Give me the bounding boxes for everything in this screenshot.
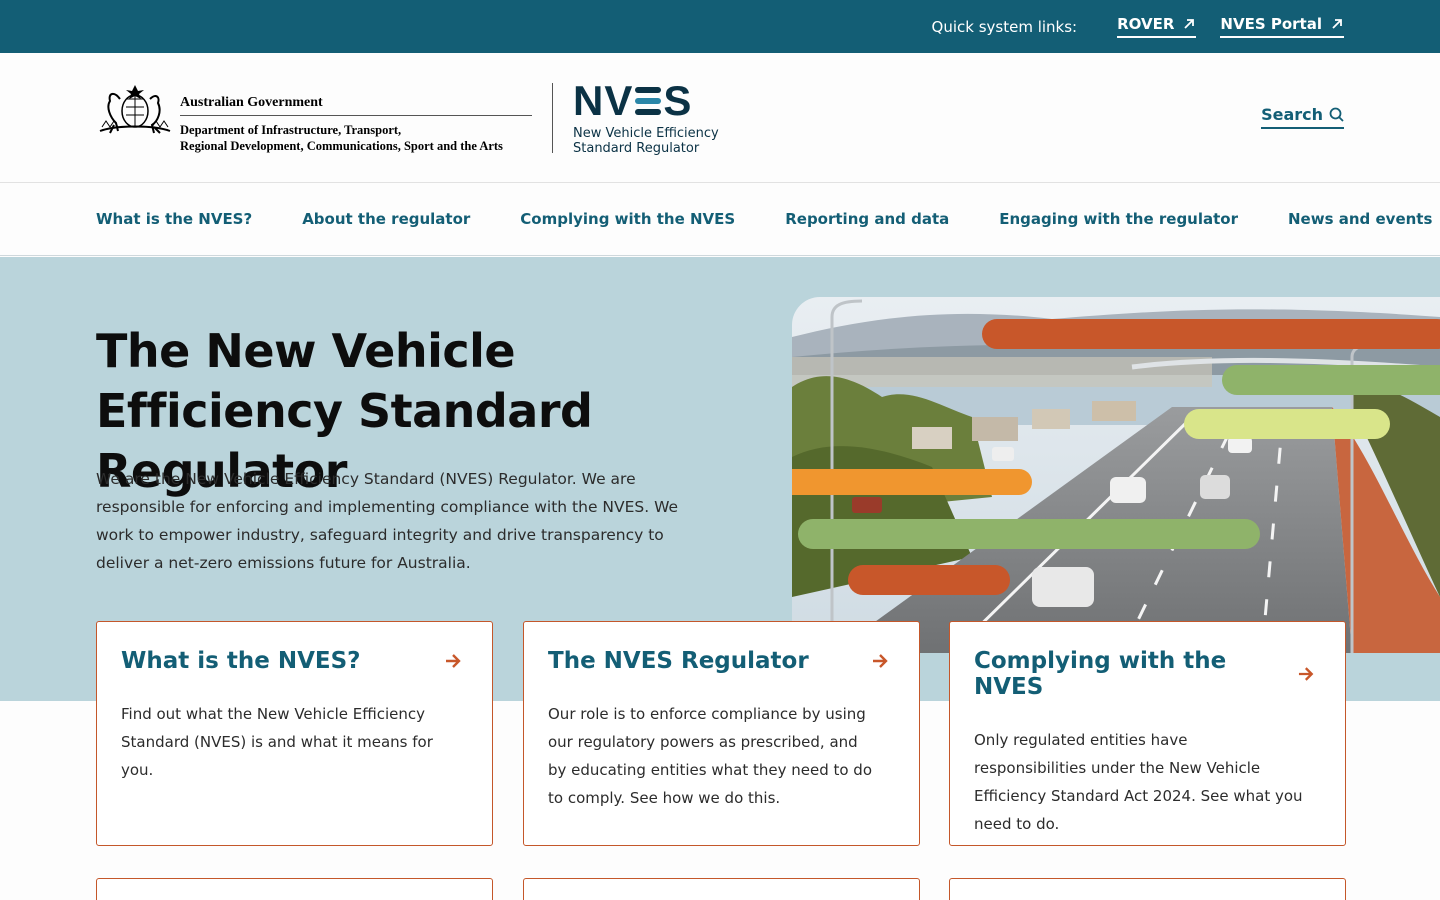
nves-logo-subtitle-line2: Standard Regulator bbox=[573, 140, 700, 156]
hero-highway-image bbox=[792, 297, 1440, 653]
card-nves-regulator[interactable]: The NVES Regulator Our role is to enforc… bbox=[523, 621, 920, 846]
external-arrow-icon bbox=[1332, 19, 1342, 29]
coat-of-arms-icon bbox=[99, 85, 171, 134]
card-complying-nves[interactable]: Complying with the NVES Only regulated e… bbox=[949, 621, 1346, 846]
site-header: Australian Government Department of Infr… bbox=[0, 53, 1440, 183]
nves-logo[interactable]: N V S New Vehicle Efficiency Standard Re… bbox=[573, 76, 719, 156]
card-title: Complying with the NVES bbox=[974, 648, 1227, 700]
nav-item-reporting-data[interactable]: Reporting and data bbox=[785, 210, 949, 228]
logo-e-bars-icon bbox=[635, 86, 662, 115]
rover-link-label: ROVER bbox=[1117, 15, 1175, 33]
government-name: Australian Government bbox=[180, 95, 532, 116]
nav-item-news-events[interactable]: News and events bbox=[1288, 210, 1432, 228]
nav-item-what-is-nves[interactable]: What is the NVES? bbox=[96, 210, 252, 228]
arrow-right-icon bbox=[446, 654, 461, 668]
external-arrow-icon bbox=[1184, 19, 1195, 29]
card-description: Our role is to enforce compliance by usi… bbox=[548, 705, 873, 807]
nav-item-engaging[interactable]: Engaging with the regulator bbox=[999, 210, 1238, 228]
search-label: Search bbox=[1261, 105, 1323, 124]
card-partial[interactable] bbox=[949, 878, 1346, 900]
hero-description: We are the New Vehicle Efficiency Standa… bbox=[96, 470, 679, 572]
card-title: The NVES Regulator bbox=[548, 648, 809, 674]
department-name-line2: Regional Development, Communications, Sp… bbox=[180, 139, 503, 153]
nves-logo-subtitle-line1: New Vehicle Efficiency bbox=[573, 125, 719, 141]
government-logo[interactable]: Australian Government Department of Infr… bbox=[96, 81, 532, 154]
quick-links-label: Quick system links: bbox=[931, 17, 1078, 36]
card-what-is-nves[interactable]: What is the NVES? Find out what the New … bbox=[96, 621, 493, 846]
nav-item-about-regulator[interactable]: About the regulator bbox=[302, 210, 470, 228]
search-icon bbox=[1329, 107, 1344, 122]
nves-portal-link[interactable]: NVES Portal bbox=[1220, 15, 1344, 38]
department-name-line1: Department of Infrastructure, Transport, bbox=[180, 123, 402, 137]
card-description: Find out what the New Vehicle Efficiency… bbox=[121, 705, 433, 779]
main-navigation: What is the NVES? About the regulator Co… bbox=[0, 183, 1440, 256]
nves-portal-link-label: NVES Portal bbox=[1220, 15, 1322, 33]
logo-divider bbox=[552, 82, 553, 153]
logo-letter-n: N bbox=[573, 76, 605, 124]
nves-logo-subtitle: New Vehicle Efficiency Standard Regulato… bbox=[573, 126, 719, 156]
search-button[interactable]: Search bbox=[1261, 105, 1344, 129]
utility-bar: Quick system links: ROVER NVES Portal bbox=[0, 0, 1440, 53]
nves-wordmark: N V S bbox=[573, 76, 719, 124]
card-title: What is the NVES? bbox=[121, 648, 361, 674]
nav-item-complying[interactable]: Complying with the NVES bbox=[520, 210, 735, 228]
card-description: Only regulated entities have responsibil… bbox=[974, 731, 1303, 833]
logo-letter-v: V bbox=[604, 76, 634, 124]
rover-link[interactable]: ROVER bbox=[1117, 15, 1197, 38]
arrow-right-icon bbox=[873, 654, 888, 668]
arrow-right-icon bbox=[1299, 667, 1314, 681]
card-partial[interactable] bbox=[96, 878, 493, 900]
card-partial[interactable] bbox=[523, 878, 920, 900]
department-name: Department of Infrastructure, Transport,… bbox=[180, 122, 532, 154]
logo-letter-s: S bbox=[663, 76, 693, 124]
